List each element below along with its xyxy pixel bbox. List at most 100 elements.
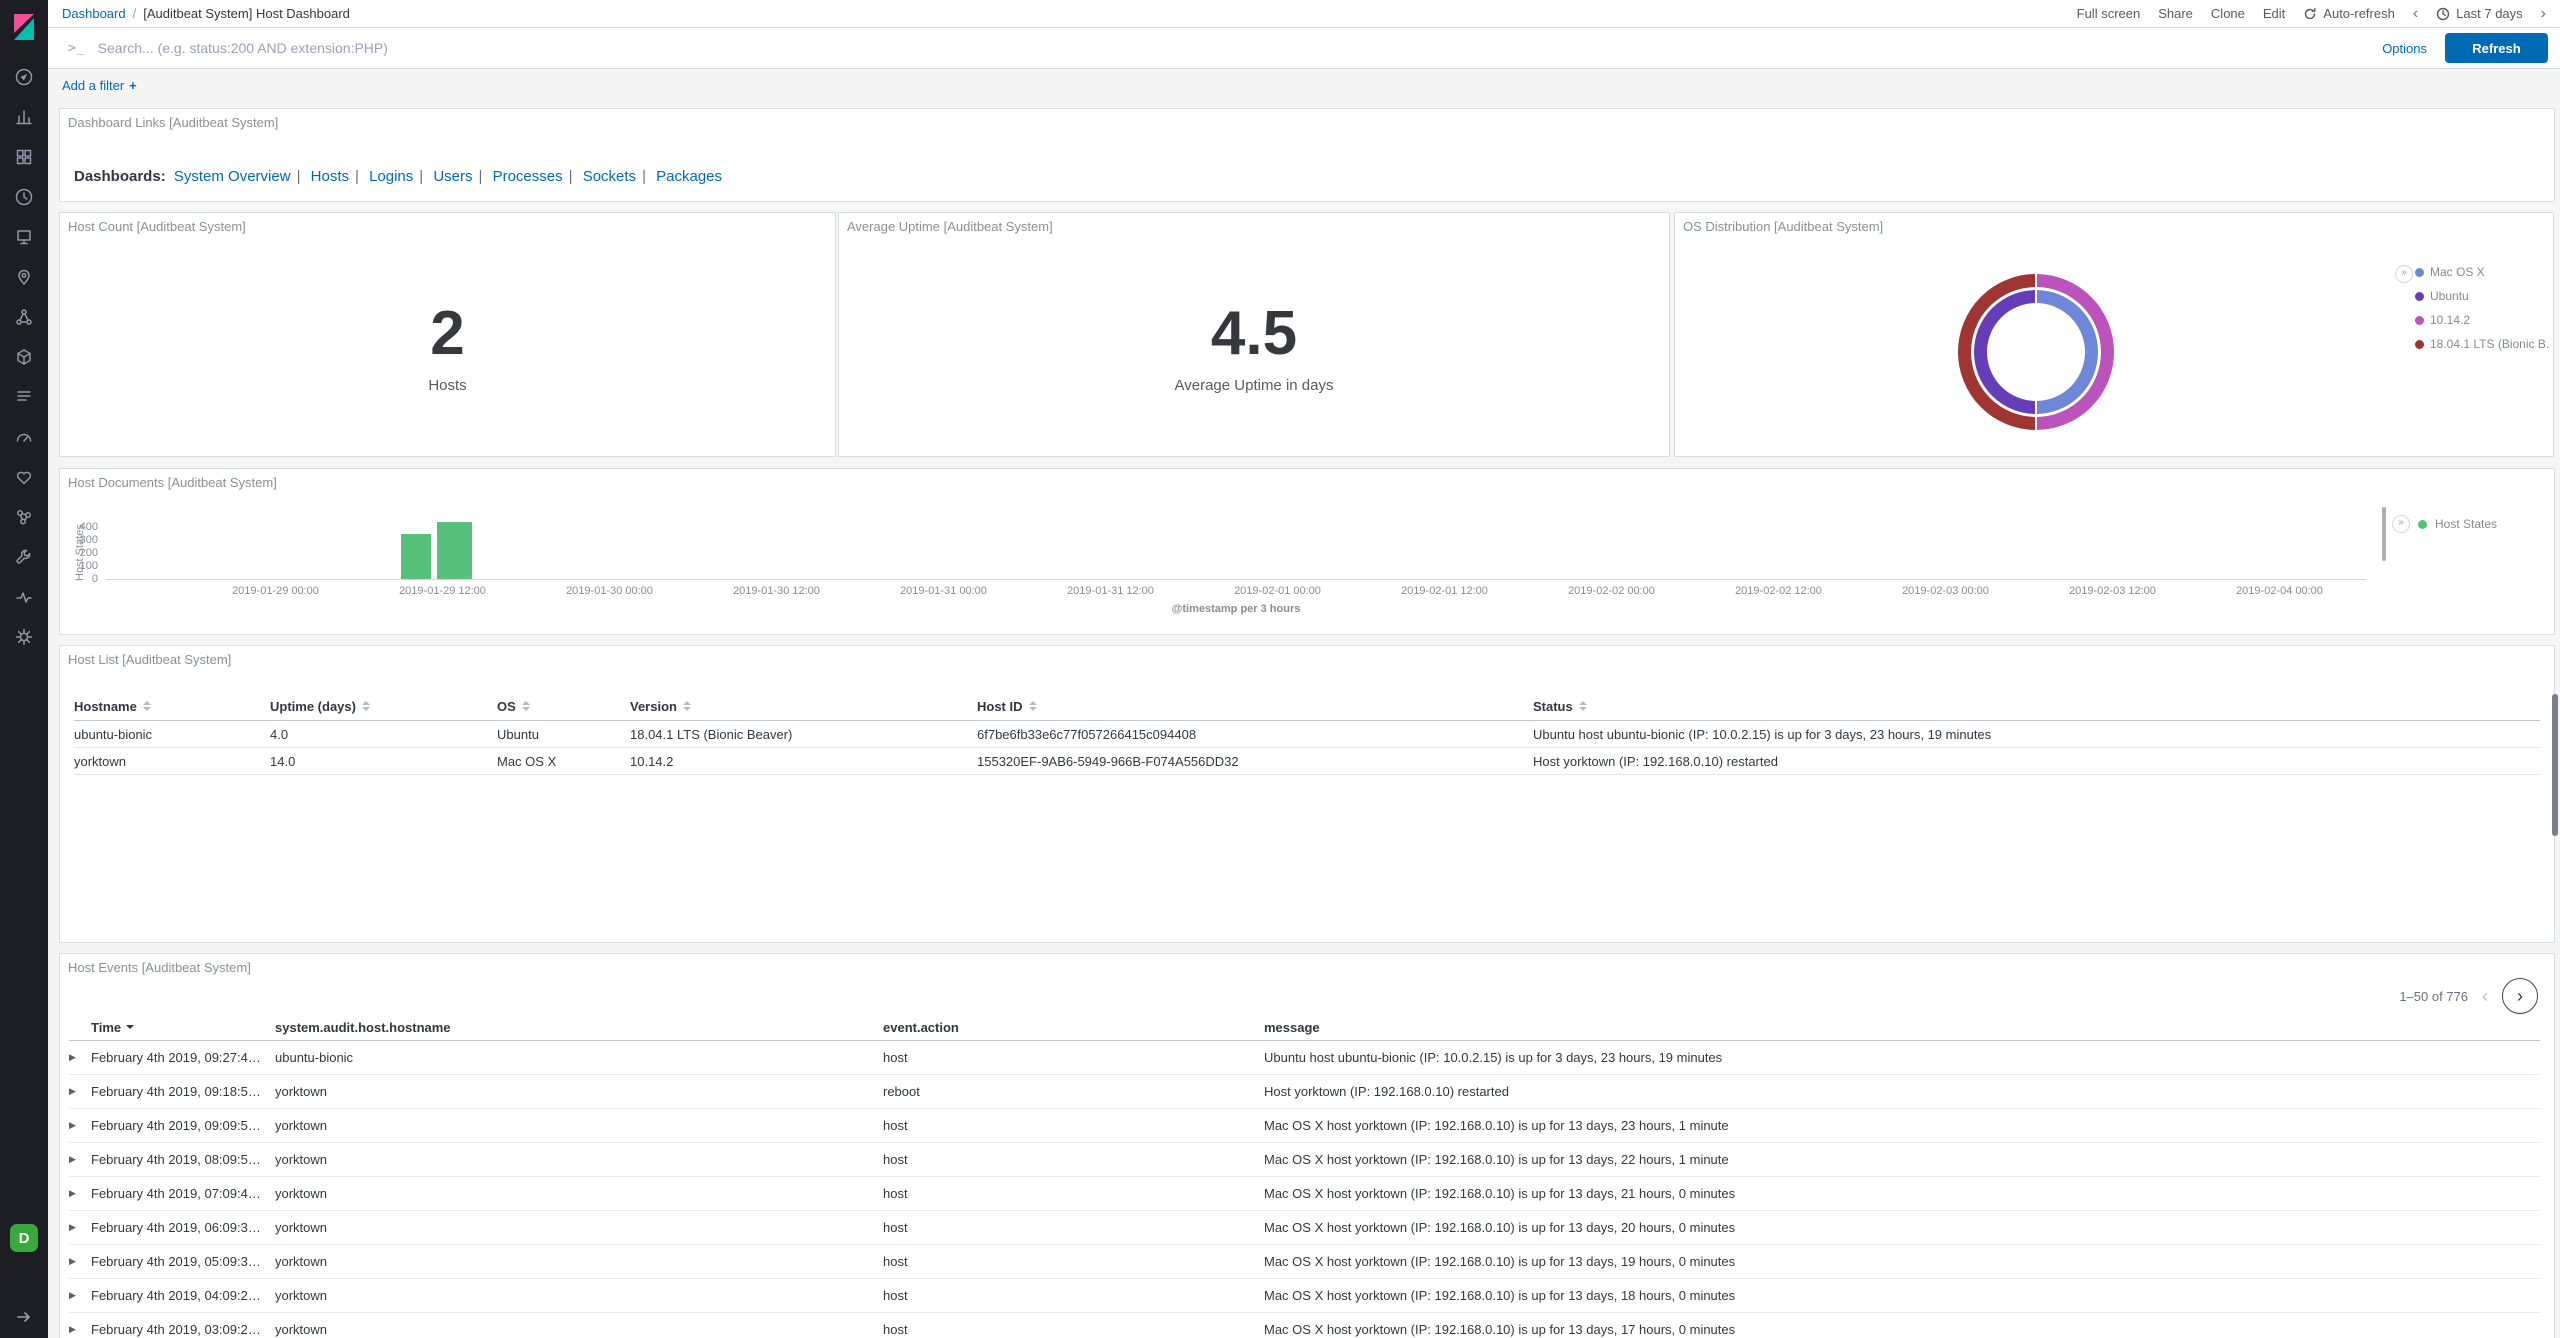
next-page-icon[interactable]: › bbox=[2502, 978, 2538, 1014]
cell-message: Mac OS X host yorktown (IP: 192.168.0.10… bbox=[1264, 1254, 2540, 1269]
machine-learning-icon[interactable] bbox=[13, 306, 35, 328]
time-back-button[interactable]: ‹ bbox=[2413, 6, 2418, 22]
link-packages[interactable]: Packages bbox=[656, 168, 722, 185]
edit-button[interactable]: Edit bbox=[2263, 6, 2285, 21]
link-processes[interactable]: Processes bbox=[493, 168, 563, 185]
table-header-row: Hostname Uptime (days) OS Version Host I… bbox=[74, 692, 2540, 721]
link-users[interactable]: Users bbox=[433, 168, 472, 185]
kibana-logo[interactable] bbox=[9, 12, 39, 42]
cell-os: Mac OS X bbox=[497, 754, 630, 769]
metric-label: Hosts bbox=[428, 377, 466, 394]
collapse-nav-icon[interactable] bbox=[13, 1306, 35, 1328]
infrastructure-icon[interactable] bbox=[13, 346, 35, 368]
legend-item-mac-os-x[interactable]: Mac OS X bbox=[2415, 260, 2549, 284]
column-header-version[interactable]: Version bbox=[630, 699, 977, 714]
table-row: ▶ February 4th 2019, 05:09:30.860 yorkto… bbox=[69, 1245, 2540, 1279]
legend-toggle-icon[interactable]: » bbox=[2392, 515, 2410, 533]
cell-event-action: host bbox=[883, 1322, 1264, 1337]
legend-label: Mac OS X bbox=[2430, 265, 2485, 279]
histogram-bar bbox=[401, 534, 431, 579]
refresh-button[interactable]: Refresh bbox=[2445, 33, 2548, 63]
panel-title: Host List [Auditbeat System] bbox=[68, 652, 231, 667]
expand-row-icon[interactable]: ▶ bbox=[69, 1120, 91, 1131]
cell-status: Ubuntu host ubuntu-bionic (IP: 10.0.2.15… bbox=[1533, 727, 2540, 742]
clone-button[interactable]: Clone bbox=[2211, 6, 2245, 21]
cell-message: Ubuntu host ubuntu-bionic (IP: 10.0.2.15… bbox=[1264, 1050, 2540, 1065]
legend-label: 18.04.1 LTS (Bionic B... bbox=[2430, 337, 2549, 351]
plus-icon: + bbox=[129, 78, 137, 93]
column-header-os[interactable]: OS bbox=[497, 699, 630, 714]
link-separator: | bbox=[569, 168, 573, 185]
legend-dot bbox=[2415, 268, 2424, 277]
column-header-host-id[interactable]: Host ID bbox=[977, 699, 1533, 714]
uptime-icon[interactable] bbox=[13, 466, 35, 488]
legend-dot bbox=[2415, 292, 2424, 301]
cell-os: Ubuntu bbox=[497, 727, 630, 742]
link-logins[interactable]: Logins bbox=[369, 168, 413, 185]
cell-event-action: host bbox=[883, 1152, 1264, 1167]
link-hosts[interactable]: Hosts bbox=[311, 168, 349, 185]
link-system-overview[interactable]: System Overview bbox=[174, 168, 291, 185]
timelion-icon[interactable] bbox=[13, 186, 35, 208]
apm-icon[interactable] bbox=[13, 426, 35, 448]
breadcrumb-dashboard-link[interactable]: Dashboard bbox=[62, 6, 126, 21]
query-options-link[interactable]: Options bbox=[2382, 41, 2427, 56]
link-sockets[interactable]: Sockets bbox=[583, 168, 636, 185]
expand-row-icon[interactable]: ▶ bbox=[69, 1256, 91, 1267]
legend-item-host-states[interactable]: Host States bbox=[2435, 517, 2497, 531]
top-menu: Full screen Share Clone Edit Auto-refres… bbox=[2077, 6, 2546, 22]
expand-row-icon[interactable]: ▶ bbox=[69, 1052, 91, 1063]
search-input[interactable] bbox=[96, 39, 2365, 57]
legend-item-10-14-2[interactable]: 10.14.2 bbox=[2415, 308, 2549, 332]
query-bar: >_ Options Refresh bbox=[48, 28, 2560, 69]
expand-row-icon[interactable]: ▶ bbox=[69, 1290, 91, 1301]
dev-tools-icon[interactable] bbox=[13, 546, 35, 568]
page-scrollbar[interactable] bbox=[2552, 694, 2558, 836]
previous-page-icon[interactable]: ‹ bbox=[2482, 987, 2488, 1005]
expand-row-icon[interactable]: ▶ bbox=[69, 1324, 91, 1335]
breadcrumb-separator: / bbox=[133, 6, 137, 21]
space-avatar[interactable]: D bbox=[10, 1224, 38, 1252]
graph-icon[interactable] bbox=[13, 506, 35, 528]
time-range-label: Last 7 days bbox=[2456, 6, 2523, 21]
column-header-hostname[interactable]: Hostname bbox=[74, 699, 270, 714]
column-header-status[interactable]: Status bbox=[1533, 699, 2540, 714]
legend-item-18-04-1[interactable]: 18.04.1 LTS (Bionic B... bbox=[2415, 332, 2549, 356]
cell-message: Mac OS X host yorktown (IP: 192.168.0.10… bbox=[1264, 1152, 2540, 1167]
logs-icon[interactable] bbox=[13, 386, 35, 408]
expand-row-icon[interactable]: ▶ bbox=[69, 1154, 91, 1165]
visualize-icon[interactable] bbox=[13, 106, 35, 128]
legend-toggle-icon[interactable]: » bbox=[2395, 265, 2413, 283]
discover-icon[interactable] bbox=[13, 66, 35, 88]
column-header-time[interactable]: Time bbox=[91, 1020, 275, 1035]
cell-message: Mac OS X host yorktown (IP: 192.168.0.10… bbox=[1264, 1288, 2540, 1303]
time-forward-button[interactable]: › bbox=[2541, 6, 2546, 22]
table-row: ▶ February 4th 2019, 09:18:51.043 yorkto… bbox=[69, 1075, 2540, 1109]
column-header-event-action[interactable]: event.action bbox=[883, 1020, 1264, 1035]
column-header-uptime[interactable]: Uptime (days) bbox=[270, 699, 497, 714]
legend-item-ubuntu[interactable]: Ubuntu bbox=[2415, 284, 2549, 308]
auto-refresh-label: Auto-refresh bbox=[2323, 6, 2395, 21]
panel-host-count: Host Count [Auditbeat System] 2 Hosts bbox=[59, 212, 836, 457]
add-filter-link[interactable]: Add a filter + bbox=[62, 78, 137, 93]
legend-scrollbar[interactable] bbox=[2382, 507, 2386, 561]
monitoring-icon[interactable] bbox=[13, 586, 35, 608]
panel-title: OS Distribution [Auditbeat System] bbox=[1683, 219, 1883, 234]
column-header-hostname[interactable]: system.audit.host.hostname bbox=[275, 1020, 883, 1035]
cell-hostname: yorktown bbox=[275, 1254, 883, 1269]
kibana-app: D Dashboard / [Auditbeat System] Host Da… bbox=[0, 0, 2560, 1338]
full-screen-button[interactable]: Full screen bbox=[2077, 6, 2141, 21]
auto-refresh-button[interactable]: Auto-refresh bbox=[2303, 6, 2395, 21]
cell-status: Host yorktown (IP: 192.168.0.10) restart… bbox=[1533, 754, 2540, 769]
canvas-icon[interactable] bbox=[13, 226, 35, 248]
expand-row-icon[interactable]: ▶ bbox=[69, 1086, 91, 1097]
share-button[interactable]: Share bbox=[2158, 6, 2193, 21]
dashboard-icon[interactable] bbox=[13, 146, 35, 168]
expand-row-icon[interactable]: ▶ bbox=[69, 1222, 91, 1233]
expand-row-icon[interactable]: ▶ bbox=[69, 1188, 91, 1199]
column-header-message[interactable]: message bbox=[1264, 1020, 2540, 1035]
management-gear-icon[interactable] bbox=[13, 626, 35, 648]
maps-icon[interactable] bbox=[13, 266, 35, 288]
time-picker-button[interactable]: Last 7 days bbox=[2436, 6, 2523, 21]
panel-average-uptime: Average Uptime [Auditbeat System] 4.5 Av… bbox=[838, 212, 1670, 457]
